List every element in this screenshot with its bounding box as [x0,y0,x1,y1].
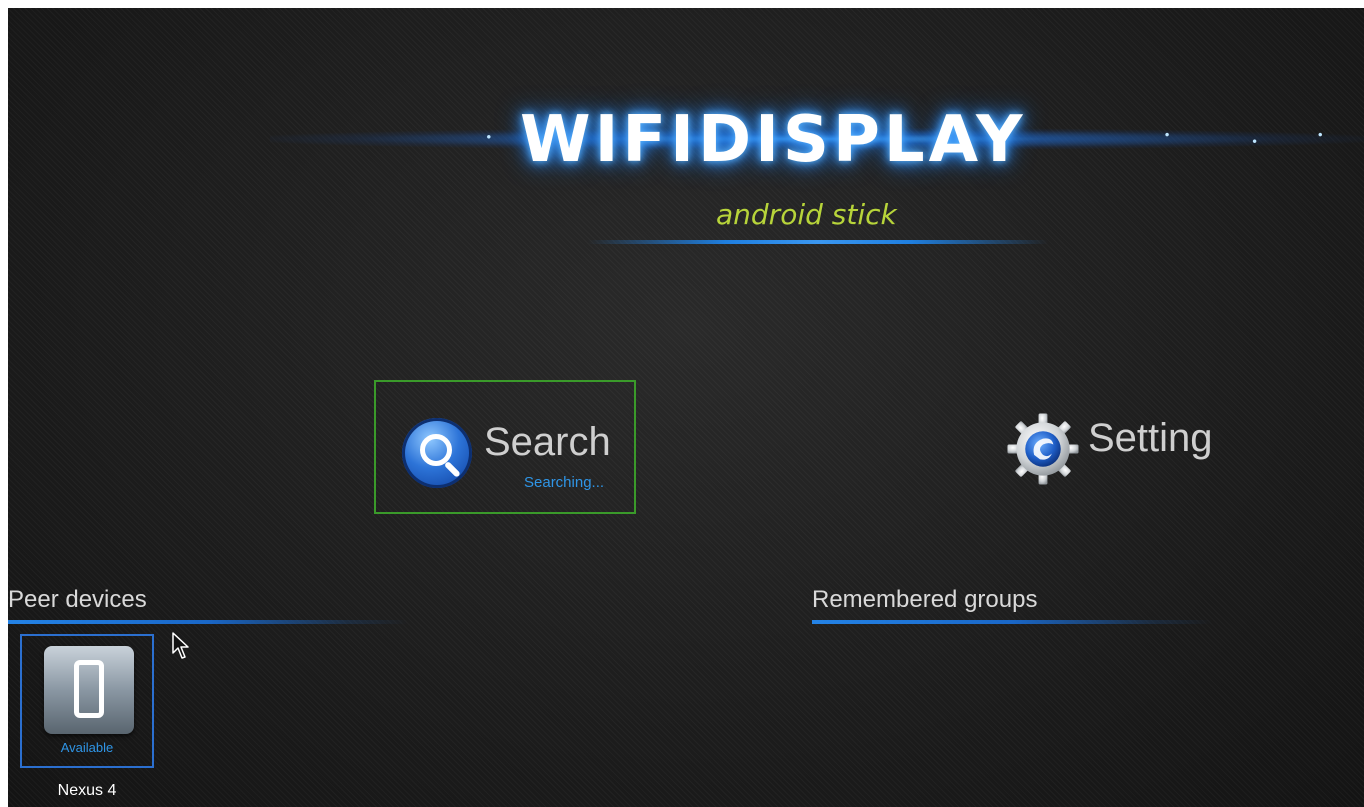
device-status: Available [60,740,114,755]
remembered-groups-divider [812,620,1212,624]
mouse-cursor-icon [172,632,189,659]
phone-icon [74,660,104,718]
app-screen: WIFIDISPLAY android stick Search Searchi… [8,8,1364,807]
remembered-groups-heading: Remembered groups [812,586,1038,613]
device-thumbnail [44,646,134,734]
peer-devices-heading: Peer devices [8,586,147,613]
search-button[interactable]: Search Searching... [374,380,636,514]
setting-label: Setting [1088,416,1213,460]
logo-underline [588,240,1048,244]
search-label: Search [484,420,611,464]
app-logo-subtitle: android stick [716,198,897,231]
gear-icon [1007,413,1079,485]
peer-devices-divider [8,620,408,624]
setting-button[interactable]: Setting [1002,408,1242,488]
app-logo-title: WIFIDISPLAY [520,103,1027,177]
search-icon [402,418,472,488]
search-status: Searching... [524,474,605,491]
device-name: Nexus 4 [57,782,117,799]
device-card-nexus-4[interactable]: Available [20,634,154,768]
